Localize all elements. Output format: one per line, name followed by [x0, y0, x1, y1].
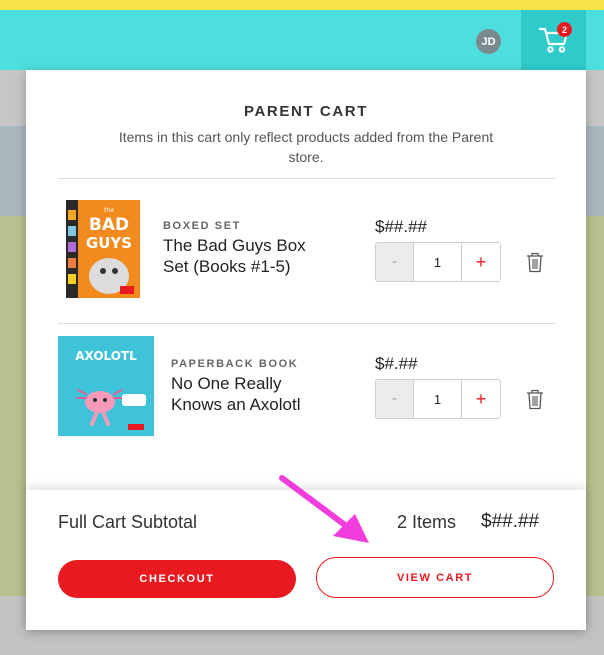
svg-text:the: the	[104, 207, 114, 214]
subtotal-value: $##.##	[481, 511, 540, 532]
quantity-stepper: - 1 +	[375, 242, 501, 282]
header-bar	[0, 10, 604, 70]
cart-button[interactable]: 2	[521, 10, 586, 70]
item-title-line: Set (Books #1-5)	[163, 257, 291, 276]
item-price: $##.##	[375, 217, 427, 236]
checkout-button[interactable]: CHECKOUT	[58, 560, 296, 598]
item-title[interactable]: No One Really Knows an Axolotl	[171, 373, 300, 415]
item-title-line: Knows an Axolotl	[171, 395, 301, 414]
top-strip	[0, 0, 604, 10]
book-cover-bad-guys[interactable]: the BAD GUYS	[62, 198, 142, 300]
item-price: $#.##	[375, 354, 418, 373]
item-title[interactable]: The Bad Guys Box Set (Books #1-5)	[163, 235, 306, 277]
view-cart-button[interactable]: VIEW CART	[316, 557, 554, 598]
svg-text:BAD: BAD	[89, 215, 129, 235]
trash-icon[interactable]	[525, 388, 545, 410]
cart-count-badge: 2	[557, 22, 572, 37]
items-count: 2 Items	[397, 512, 457, 532]
divider	[58, 323, 555, 324]
item-category: BOXED SET	[163, 220, 241, 232]
svg-text:GUYS: GUYS	[86, 234, 132, 252]
increase-quantity-button[interactable]: +	[462, 243, 500, 281]
quantity-input[interactable]: 1	[414, 243, 462, 281]
trash-icon[interactable]	[525, 251, 545, 273]
cart-title: PARENT CART	[244, 103, 368, 120]
cart-subtitle: Items in this cart only reflect products…	[118, 129, 494, 165]
increase-quantity-button[interactable]: +	[462, 380, 500, 418]
svg-text:AXOLOTL: AXOLOTL	[75, 349, 137, 363]
item-category: PAPERBACK BOOK	[171, 358, 299, 370]
decrease-quantity-button[interactable]: -	[376, 243, 414, 281]
book-cover-axolotl[interactable]: AXOLOTL	[58, 336, 154, 436]
annotation-arrow-icon	[279, 475, 369, 543]
divider	[58, 178, 555, 179]
decrease-quantity-button[interactable]: -	[376, 380, 414, 418]
quantity-input[interactable]: 1	[414, 380, 462, 418]
item-title-line: No One Really	[171, 374, 282, 393]
subtotal-label: Full Cart Subtotal	[58, 512, 198, 532]
avatar[interactable]: JD	[476, 29, 501, 54]
item-title-line: The Bad Guys Box	[163, 236, 306, 255]
quantity-stepper: - 1 +	[375, 379, 501, 419]
